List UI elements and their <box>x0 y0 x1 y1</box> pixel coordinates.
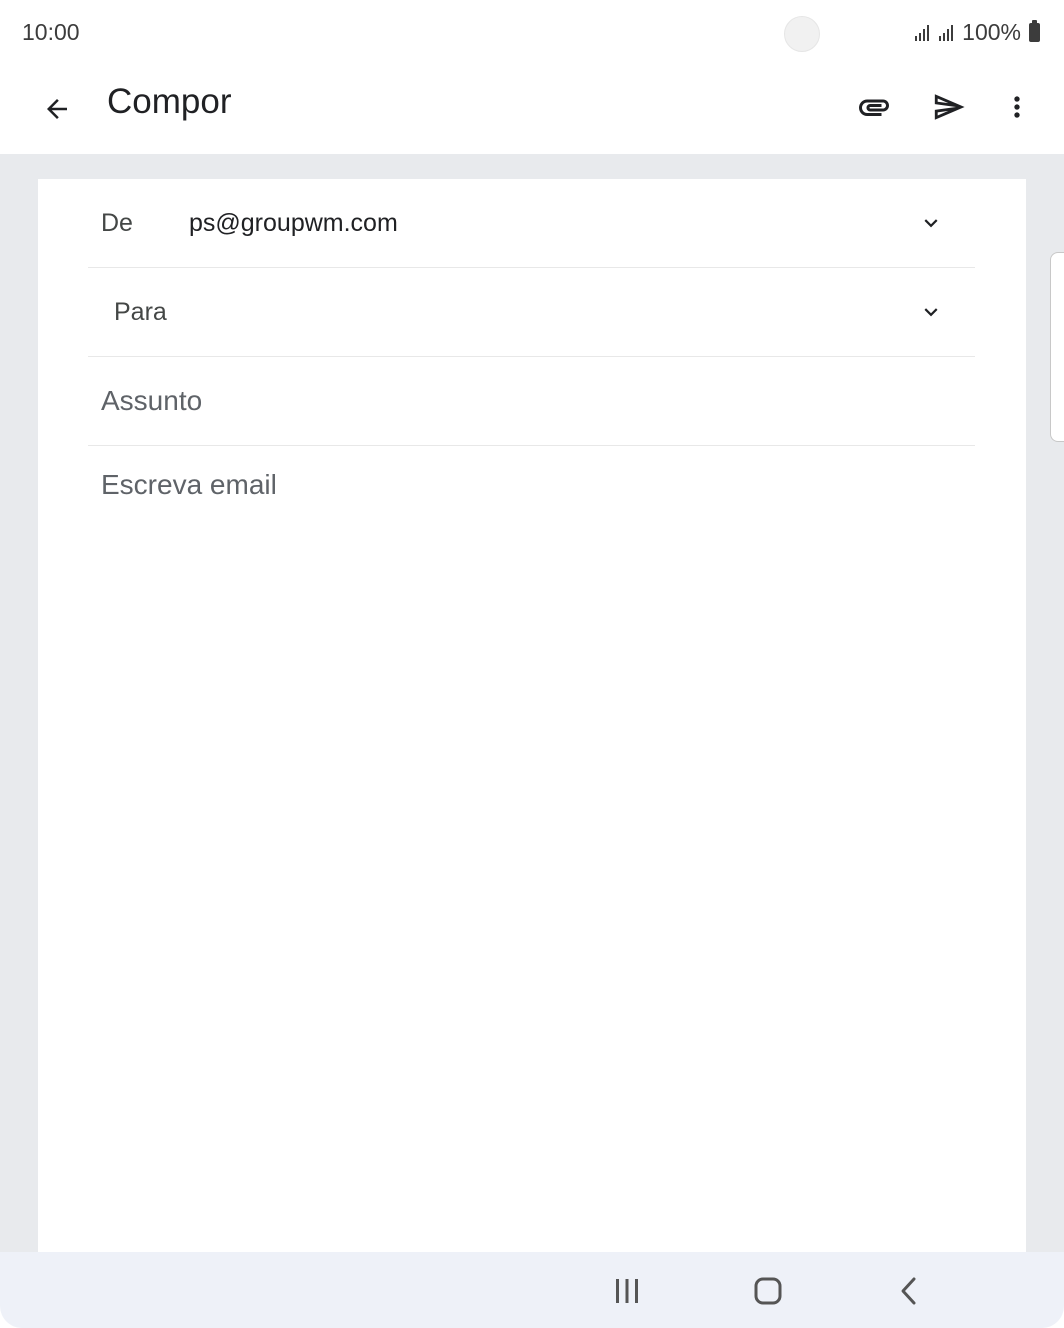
home-icon <box>754 1277 782 1305</box>
app-bar: Compor <box>0 64 1064 154</box>
from-label: De <box>101 209 133 237</box>
paperclip-icon <box>859 99 889 116</box>
more-vert-icon <box>1014 96 1020 118</box>
signal-icon-2 <box>939 24 954 41</box>
nav-back-button[interactable] <box>884 1266 934 1316</box>
status-indicators: 100% <box>914 19 1040 46</box>
battery-percentage: 100% <box>962 19 1021 45</box>
recents-button[interactable] <box>602 1266 652 1316</box>
subject-row <box>88 357 975 446</box>
recents-icon <box>616 1279 638 1303</box>
to-expand-button[interactable] <box>917 298 945 326</box>
edge-panel-handle[interactable] <box>1050 252 1064 442</box>
from-value: ps@groupwm.com <box>189 209 398 237</box>
signal-icon <box>915 24 930 41</box>
chevron-down-icon <box>924 308 938 317</box>
front-camera <box>784 16 820 52</box>
compose-card: De ps@groupwm.com Para <box>38 179 1026 1252</box>
from-row[interactable]: De ps@groupwm.com <box>88 179 975 268</box>
back-icon <box>901 1277 916 1305</box>
navigation-bar <box>0 1252 1064 1328</box>
send-icon <box>934 94 965 120</box>
subject-input[interactable] <box>101 377 961 425</box>
more-options-button[interactable] <box>989 79 1045 135</box>
status-time: 10:00 <box>22 19 80 45</box>
to-input[interactable] <box>268 288 872 336</box>
back-arrow-icon <box>47 99 67 119</box>
battery-icon <box>1029 20 1040 42</box>
attach-button[interactable] <box>846 79 902 135</box>
from-expand-button[interactable] <box>917 209 945 237</box>
chevron-down-icon <box>924 219 938 228</box>
home-button[interactable] <box>743 1266 793 1316</box>
status-bar: 10:00 100% <box>0 0 1064 64</box>
page-title: Compor <box>107 82 232 121</box>
to-row: Para <box>88 268 975 357</box>
send-button[interactable] <box>921 79 977 135</box>
to-label: Para <box>114 298 167 326</box>
body-input[interactable] <box>101 469 961 1209</box>
back-button[interactable] <box>32 84 82 134</box>
